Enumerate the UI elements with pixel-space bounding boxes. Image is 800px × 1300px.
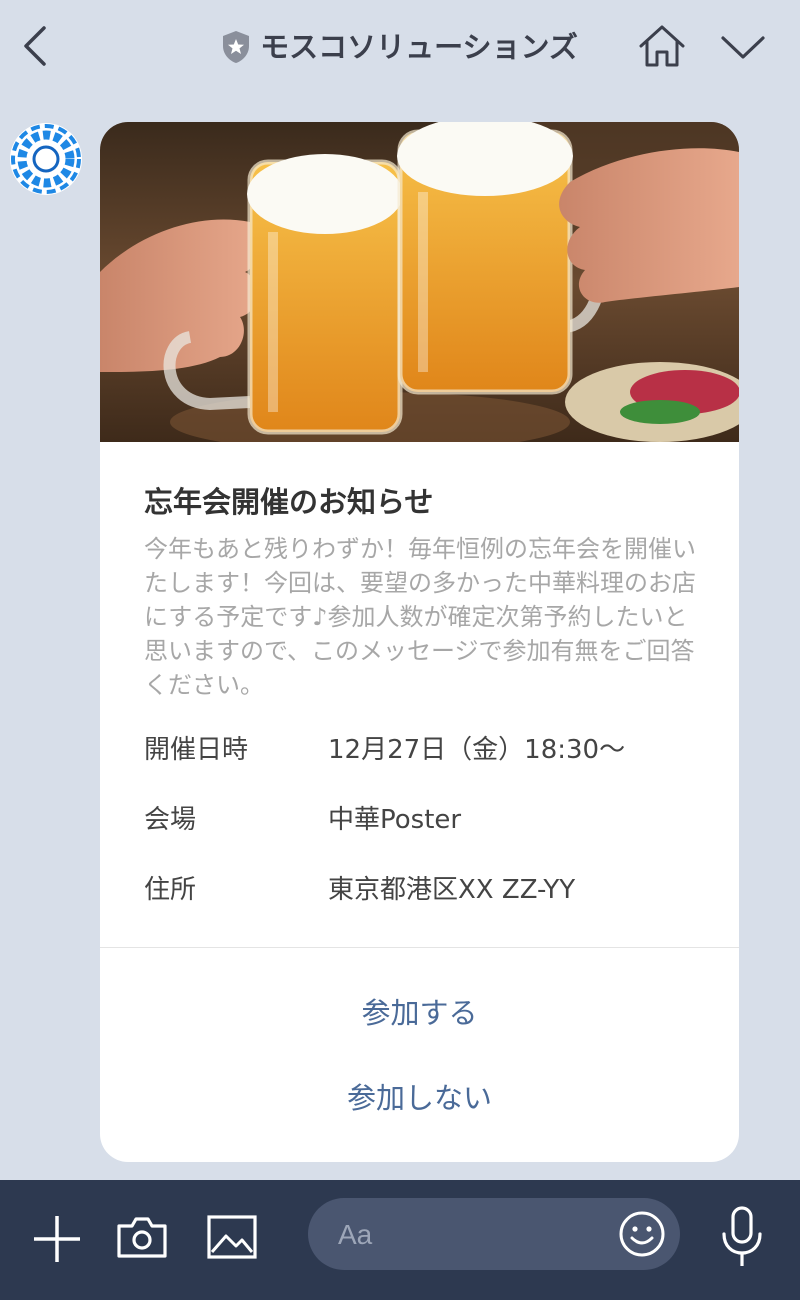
home-icon[interactable] [638, 24, 686, 68]
chevron-down-icon[interactable] [720, 34, 766, 62]
microphone-icon[interactable] [720, 1206, 764, 1268]
chat-header: モスコソリューションズ [0, 0, 800, 100]
avatar-logo [11, 124, 81, 194]
flex-message-card: 忘年会開催のお知らせ 今年もあと残りわずか！毎年恒例の忘年会を開催いたします！今… [100, 122, 739, 1162]
hero-image [100, 122, 739, 442]
detail-row-venue: 会場 中華Poster [144, 800, 704, 840]
join-button[interactable]: 参加する [100, 988, 739, 1038]
message-title: 忘年会開催のお知らせ [144, 485, 434, 519]
detail-value: 東京都港区XX ZZ-YY [328, 875, 576, 905]
message-description: 今年もあと残りわずか！毎年恒例の忘年会を開催いたします！今回は、要望の多かった中… [144, 535, 696, 699]
detail-row-address: 住所 東京都港区XX ZZ-YY [144, 870, 704, 910]
chat-title-text: モスコソリューションズ [260, 30, 578, 64]
detail-label: 住所 [144, 875, 197, 905]
message-input-wrapper [308, 1198, 680, 1270]
detail-label: 開催日時 [144, 735, 249, 765]
card-body: 忘年会開催のお知らせ 今年もあと残りわずか！毎年恒例の忘年会を開催いたします！今… [144, 482, 704, 702]
detail-value: 中華Poster [328, 805, 462, 835]
image-icon[interactable] [206, 1214, 258, 1260]
card-divider [100, 947, 739, 948]
detail-row-datetime: 開催日時 12月27日（金）18:30〜 [144, 730, 704, 770]
decline-button[interactable]: 参加しない [100, 1073, 739, 1123]
camera-icon[interactable] [116, 1214, 168, 1260]
detail-label: 会場 [144, 805, 197, 835]
avatar[interactable] [10, 123, 82, 195]
emoji-icon[interactable] [618, 1210, 666, 1258]
detail-value: 12月27日（金）18:30〜 [328, 735, 626, 765]
chat-input-bar [0, 1180, 800, 1300]
plus-icon[interactable] [32, 1214, 82, 1264]
message-input[interactable] [336, 1210, 610, 1260]
shield-icon [223, 31, 250, 63]
